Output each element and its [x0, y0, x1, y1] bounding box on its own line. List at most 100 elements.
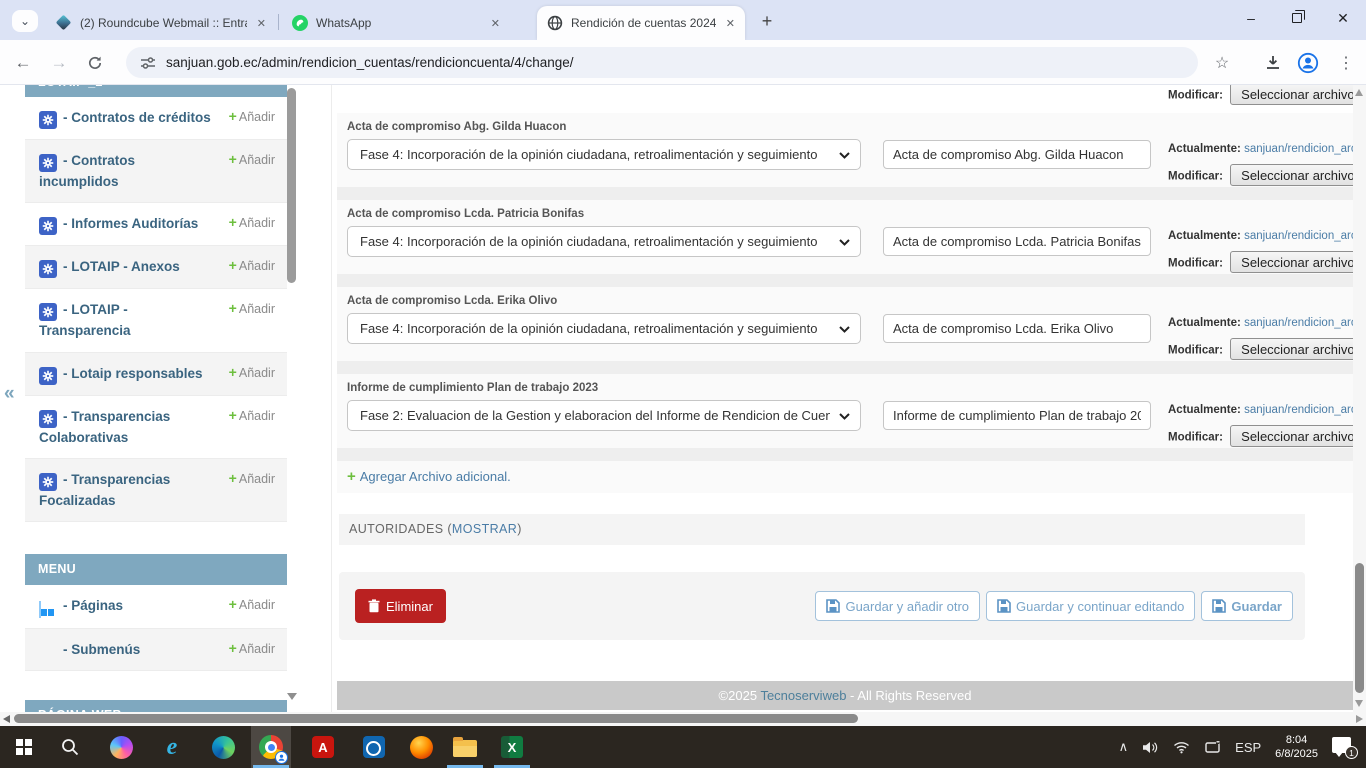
name-input[interactable]: [883, 314, 1151, 343]
close-icon[interactable]: ✕: [491, 17, 500, 30]
phase-select[interactable]: Fase 2: Evaluacion de la Gestion y elabo…: [347, 400, 861, 431]
tray-chevron-icon[interactable]: ∧: [1119, 739, 1129, 755]
scroll-up-icon[interactable]: [1355, 89, 1363, 96]
scroll-right-icon[interactable]: [1356, 715, 1363, 723]
select-file-button[interactable]: Seleccionar archivo: [1230, 425, 1353, 447]
add-link[interactable]: +Añadir: [229, 255, 275, 276]
browser-menu-icon[interactable]: ⋮: [1334, 51, 1358, 75]
restore-button[interactable]: [1274, 0, 1320, 36]
tab-title: Rendición de cuentas 2024 | M: [571, 16, 716, 30]
close-window-button[interactable]: ✕: [1320, 0, 1366, 36]
add-link[interactable]: +Añadir: [229, 298, 275, 319]
screen: ⌄ (2) Roundcube Webmail :: Entra ✕ Whats…: [0, 0, 1366, 768]
firefox-button[interactable]: [401, 726, 441, 768]
add-link[interactable]: +Añadir: [229, 468, 275, 489]
sidebar-item-paginas[interactable]: - Páginas +Añadir: [25, 585, 287, 629]
internet-explorer-button[interactable]: e: [152, 726, 192, 768]
downloads-icon[interactable]: [1261, 51, 1285, 75]
sidebar-item-transparencias-focalizadas[interactable]: - Transparencias Focalizadas +Añadir: [25, 459, 287, 522]
phase-select[interactable]: Fase 4: Incorporación de la opinión ciud…: [347, 313, 861, 344]
acrobat-button[interactable]: A: [303, 726, 343, 768]
tab-whatsapp[interactable]: WhatsApp ✕: [282, 6, 510, 40]
back-button[interactable]: ←: [10, 50, 36, 76]
sidebar-scroll-down-icon[interactable]: [287, 693, 297, 700]
scroll-down-icon[interactable]: [1355, 700, 1363, 707]
phase-select[interactable]: Fase 4: Incorporación de la opinión ciud…: [347, 139, 861, 170]
notification-badge: 1: [1345, 746, 1358, 759]
add-link[interactable]: +Añadir: [229, 594, 275, 615]
name-input[interactable]: [883, 140, 1151, 169]
delete-button[interactable]: Eliminar: [355, 589, 446, 623]
sidebar-item-contratos-creditos[interactable]: - Contratos de créditos +Añadir: [25, 97, 287, 140]
add-link[interactable]: +Añadir: [229, 106, 275, 127]
sidebar-item-lotaip-anexos[interactable]: - LOTAIP - Anexos +Añadir: [25, 246, 287, 289]
tab-rendicion-active[interactable]: Rendición de cuentas 2024 | M ✕: [537, 6, 745, 40]
select-file-button[interactable]: Seleccionar archivo: [1230, 338, 1353, 360]
sidebar-section-pagina-web: PÁGINA WEB: [25, 700, 287, 712]
sidebar-item-submenus[interactable]: - Submenús +Añadir: [25, 629, 287, 671]
select-file-button[interactable]: Seleccionar archivo: [1230, 251, 1353, 273]
wifi-icon[interactable]: [1173, 741, 1190, 754]
file-explorer-button[interactable]: [445, 726, 485, 768]
bookmark-star-icon[interactable]: ☆: [1210, 51, 1234, 75]
save-icon: [826, 599, 840, 613]
close-icon[interactable]: ✕: [726, 17, 735, 30]
save-and-add-button[interactable]: Guardar y añadir otro: [815, 591, 980, 621]
sidebar-collapse-button[interactable]: «: [4, 383, 15, 405]
start-button[interactable]: [4, 726, 44, 768]
save-button[interactable]: Guardar: [1201, 591, 1293, 621]
scroll-left-icon[interactable]: [3, 715, 10, 723]
forward-button[interactable]: →: [46, 50, 72, 76]
field-label: Acta de compromiso Lcda. Patricia Bonifa…: [347, 208, 584, 220]
mostrar-link[interactable]: MOSTRAR: [452, 522, 517, 536]
current-file-link[interactable]: sanjuan/rendicion_arch: [1244, 143, 1353, 155]
sidebar-scrollbar-thumb[interactable]: [287, 88, 296, 283]
url-bar[interactable]: sanjuan.gob.ec/admin/rendicion_cuentas/r…: [126, 47, 1198, 78]
outlook-icon: [363, 736, 385, 758]
phase-select[interactable]: Fase 4: Incorporación de la opinión ciud…: [347, 226, 861, 257]
chrome-button-active[interactable]: [251, 726, 291, 768]
clipped-row: Modificar: Seleccionar archivo: [337, 85, 1353, 105]
tray-device-icon[interactable]: [1204, 741, 1221, 754]
sidebar-item-contratos-incumplidos[interactable]: - Contratos incumplidos +Añadir: [25, 140, 287, 203]
excel-button[interactable]: X: [492, 726, 532, 768]
clock[interactable]: 8:04 6/8/2025: [1275, 733, 1318, 761]
tecnoserviweb-link[interactable]: Tecnoserviweb: [760, 688, 846, 703]
plus-icon: +: [347, 468, 356, 485]
add-link[interactable]: +Añadir: [229, 212, 275, 233]
horizontal-scrollbar-thumb[interactable]: [14, 714, 858, 723]
name-input[interactable]: [883, 227, 1151, 256]
select-file-button[interactable]: Seleccionar archivo: [1230, 85, 1353, 105]
edge-button[interactable]: [203, 726, 243, 768]
taskbar-search-button[interactable]: [50, 726, 90, 768]
current-file-link[interactable]: sanjuan/rendicion_arch: [1244, 230, 1353, 242]
profile-avatar-icon[interactable]: [1296, 51, 1320, 75]
speaker-icon[interactable]: [1142, 741, 1159, 754]
current-file-link[interactable]: sanjuan/rendicion_arch: [1244, 317, 1353, 329]
add-link[interactable]: +Añadir: [229, 149, 275, 170]
tab-search-button[interactable]: ⌄: [12, 10, 38, 32]
new-tab-button[interactable]: +: [755, 9, 779, 33]
site-settings-icon[interactable]: [140, 55, 156, 71]
outlook-button[interactable]: [354, 726, 394, 768]
notifications-button[interactable]: 1: [1332, 737, 1356, 757]
minimize-button[interactable]: –: [1228, 0, 1274, 36]
vertical-scrollbar-thumb[interactable]: [1355, 563, 1364, 693]
sidebar-item-informes-auditorias[interactable]: - Informes Auditorías +Añadir: [25, 203, 287, 246]
add-link[interactable]: +Añadir: [229, 405, 275, 426]
language-indicator[interactable]: ESP: [1235, 740, 1261, 755]
add-link[interactable]: +Añadir: [229, 638, 275, 659]
reload-button[interactable]: [82, 50, 108, 76]
copilot-button[interactable]: [101, 726, 141, 768]
close-icon[interactable]: ✕: [257, 17, 266, 30]
add-additional-file-link[interactable]: +Agregar Archivo adicional.: [347, 468, 511, 485]
add-link[interactable]: +Añadir: [229, 362, 275, 383]
select-file-button[interactable]: Seleccionar archivo: [1230, 164, 1353, 186]
sidebar-item-lotaip-responsables[interactable]: - Lotaip responsables +Añadir: [25, 353, 287, 396]
current-file-link[interactable]: sanjuan/rendicion_arch: [1244, 404, 1353, 416]
name-input[interactable]: [883, 401, 1151, 430]
sidebar-item-lotaip-transparencia[interactable]: - LOTAIP - Transparencia +Añadir: [25, 289, 287, 352]
tab-roundcube[interactable]: (2) Roundcube Webmail :: Entra ✕: [46, 6, 276, 40]
save-and-continue-button[interactable]: Guardar y continuar editando: [986, 591, 1195, 621]
sidebar-item-transparencias-colaborativas[interactable]: - Transparencias Colaborativas +Añadir: [25, 396, 287, 459]
